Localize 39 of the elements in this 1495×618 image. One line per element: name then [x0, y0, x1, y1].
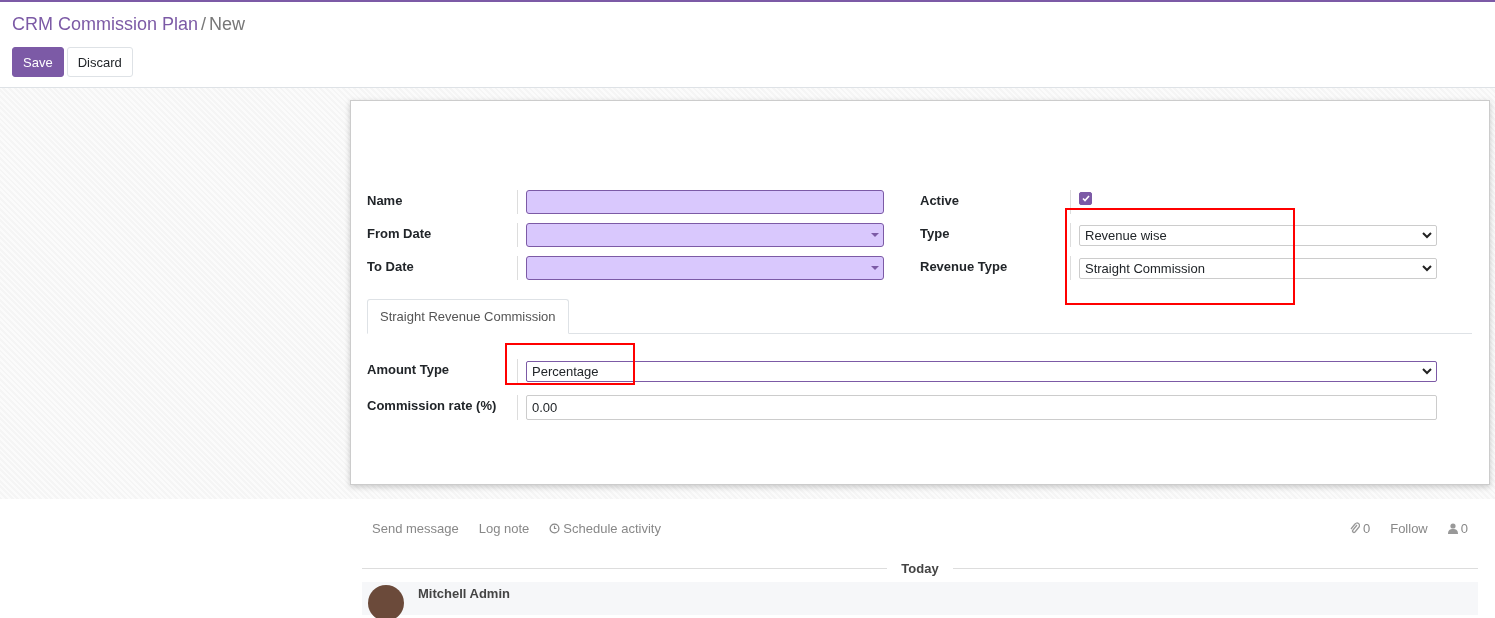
attachments-button[interactable]: 0 — [1349, 520, 1371, 536]
tab[interactable]: Straight Revenue Commission — [367, 299, 569, 334]
chevron-icon — [1422, 231, 1432, 239]
select-field[interactable]: Revenue wise — [1079, 224, 1437, 246]
select-field[interactable]: Straight Commission — [1079, 257, 1437, 279]
input-field[interactable]: 0.00 — [526, 395, 1437, 420]
checkbox[interactable] — [1079, 192, 1092, 205]
chatter-action[interactable]: Log note — [478, 520, 530, 536]
field-label: Name — [367, 192, 404, 210]
chatter-action[interactable]: Schedule activity — [549, 520, 661, 536]
follow-button[interactable]: Follow — [1390, 520, 1428, 536]
field-label: From Date — [367, 225, 433, 243]
caret-icon — [871, 266, 879, 270]
field-label: Revenue Type — [920, 258, 1009, 276]
date-divider-label: Today — [901, 560, 939, 576]
person-icon — [1447, 522, 1458, 534]
date-field[interactable] — [526, 256, 884, 280]
chevron-icon — [1422, 367, 1432, 375]
select-field[interactable]: Percentage — [526, 360, 1437, 382]
breadcrumb-link[interactable]: CRM Commission Plan — [12, 14, 199, 47]
avatar — [368, 585, 404, 618]
input-field[interactable] — [526, 190, 884, 214]
caret-icon — [871, 233, 879, 237]
date-field[interactable] — [526, 223, 884, 247]
field-label: Active — [920, 192, 961, 210]
breadcrumb-separator: / — [201, 14, 207, 36]
clock-icon — [549, 522, 561, 534]
field-label: Type — [920, 225, 951, 243]
paperclip-icon — [1349, 522, 1360, 534]
chevron-icon — [1422, 264, 1432, 272]
field-label: Amount Type — [367, 361, 451, 379]
field-label: Commission rate (%) — [367, 397, 498, 415]
field-label: To Date — [367, 258, 415, 276]
followers-button[interactable]: 0 — [1447, 520, 1468, 536]
chatter-action[interactable]: Send message — [372, 520, 459, 536]
discard-button[interactable]: Discard — [66, 47, 133, 77]
save-button[interactable]: Save — [12, 47, 64, 77]
breadcrumb-current: New — [209, 14, 246, 36]
message-author: Mitchell Admin — [418, 585, 510, 601]
